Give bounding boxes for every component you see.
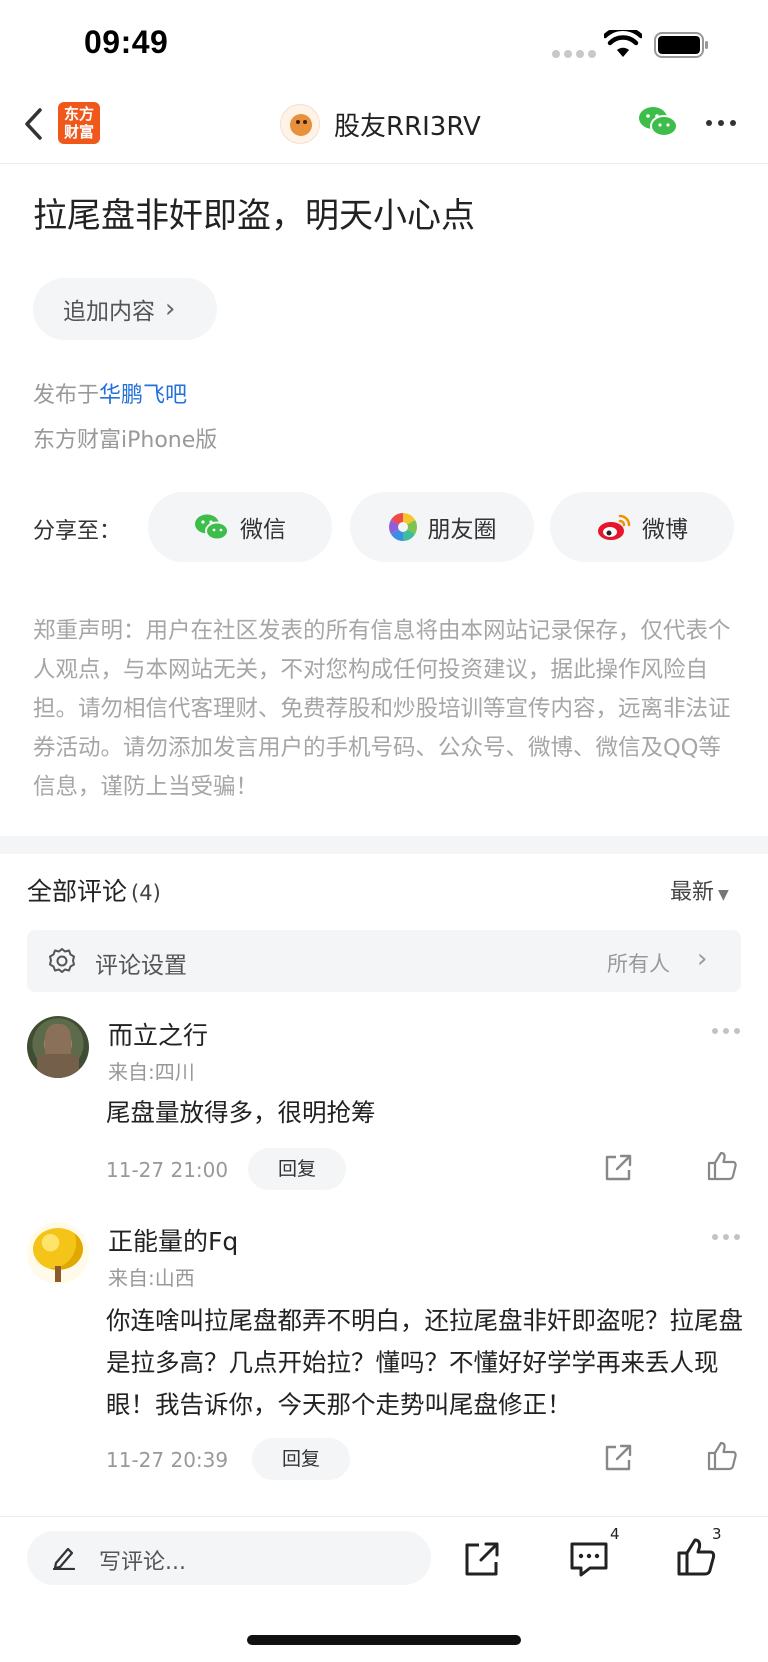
reply-button[interactable]: 回复 bbox=[252, 1438, 350, 1480]
more-options-icon[interactable] bbox=[712, 1234, 740, 1240]
comments-header: 全部评论 (4) bbox=[27, 872, 161, 908]
chevron-right-icon: › bbox=[165, 294, 176, 324]
back-arrow-icon[interactable] bbox=[20, 104, 50, 144]
comment-icon[interactable] bbox=[568, 1539, 610, 1579]
disclaimer-text: 郑重声明：用户在社区发表的所有信息将由本网站记录保存，仅代表个人观点，与本网站无… bbox=[33, 618, 731, 800]
bar-link[interactable]: 华鹏飞吧 bbox=[99, 383, 187, 408]
comment-settings-row[interactable]: 评论设置 所有人 › bbox=[27, 930, 741, 992]
reply-button[interactable]: 回复 bbox=[248, 1148, 346, 1190]
thumbs-up-icon[interactable] bbox=[676, 1537, 716, 1577]
share-icon[interactable] bbox=[602, 1152, 634, 1184]
sort-label: 最新 bbox=[670, 880, 715, 905]
section-divider bbox=[0, 836, 768, 854]
write-comment-placeholder: 写评论... bbox=[99, 1550, 186, 1575]
wechat-icon bbox=[195, 514, 229, 541]
status-bar: 09:49 bbox=[0, 0, 768, 90]
comments-count: (4) bbox=[131, 881, 161, 905]
comment-time: 11-27 21:00 bbox=[106, 1158, 229, 1182]
app-logo-text: 东方财富 bbox=[63, 105, 94, 141]
comment-time: 11-27 20:39 bbox=[106, 1448, 229, 1472]
home-indicator bbox=[247, 1635, 521, 1645]
status-time: 09:49 bbox=[84, 24, 169, 60]
nav-user[interactable]: 股友RRI3RV bbox=[280, 102, 481, 146]
app-logo[interactable]: 东方财富 bbox=[58, 102, 100, 144]
write-comment-input[interactable]: 写评论... bbox=[27, 1531, 431, 1585]
append-content-button[interactable]: 追加内容 › bbox=[33, 278, 217, 340]
comment-count-badge: 4 bbox=[610, 1525, 620, 1543]
wechat-icon[interactable] bbox=[638, 104, 678, 140]
top-nav-bar: 东方财富 股友RRI3RV bbox=[0, 90, 768, 164]
pencil-icon bbox=[52, 1547, 76, 1570]
more-options-icon[interactable] bbox=[712, 1028, 740, 1034]
like-count-badge: 3 bbox=[712, 1525, 722, 1543]
share-weibo-button[interactable]: 微博 bbox=[550, 492, 734, 562]
commenter-location: 来自:山西 bbox=[108, 1266, 195, 1290]
wifi-icon bbox=[604, 30, 642, 57]
comment-body: 尾盘量放得多，很明抢筹 bbox=[106, 1098, 376, 1127]
weibo-icon bbox=[598, 514, 631, 540]
gear-icon bbox=[49, 948, 75, 973]
battery-icon bbox=[654, 32, 708, 58]
comment-settings-label: 评论设置 bbox=[95, 953, 187, 979]
share-moments-label: 朋友圈 bbox=[427, 517, 497, 543]
comment-settings-value: 所有人 bbox=[607, 952, 670, 976]
nav-title[interactable]: 股友RRI3RV bbox=[334, 106, 481, 143]
share-icon[interactable] bbox=[462, 1539, 502, 1579]
thumbs-up-icon[interactable] bbox=[706, 1150, 738, 1182]
thumbs-up-icon[interactable] bbox=[706, 1440, 738, 1472]
more-options-icon[interactable] bbox=[706, 120, 736, 126]
share-wechat-button[interactable]: 微信 bbox=[148, 492, 332, 562]
share-icon[interactable] bbox=[602, 1442, 634, 1474]
published-in: 发布于华鹏飞吧 bbox=[33, 377, 187, 409]
bottom-action-bar: 写评论... 4 3 bbox=[0, 1516, 768, 1662]
sort-dropdown[interactable]: 最新 ▼ bbox=[670, 874, 729, 906]
commenter-avatar[interactable] bbox=[27, 1016, 89, 1078]
commenter-location: 来自:四川 bbox=[108, 1060, 195, 1084]
cellular-signal-icon bbox=[552, 50, 596, 58]
commenter-name[interactable]: 正能量的Fq bbox=[108, 1222, 238, 1258]
post-title: 拉尾盘非奸即盗，明天小心点 bbox=[33, 196, 475, 236]
commenter-avatar[interactable] bbox=[27, 1222, 89, 1284]
share-weibo-label: 微博 bbox=[642, 517, 688, 543]
user-avatar[interactable] bbox=[280, 104, 320, 144]
share-wechat-label: 微信 bbox=[240, 517, 286, 543]
post-device: 东方财富iPhone版 bbox=[33, 428, 218, 453]
append-content-label: 追加内容 bbox=[63, 299, 155, 325]
published-prefix: 发布于 bbox=[33, 383, 100, 408]
moments-icon bbox=[388, 513, 417, 541]
comment-body: 你连啥叫拉尾盘都弄不明白，还拉尾盘非奸即盗呢？拉尾盘是拉多高？几点开始拉？懂吗？… bbox=[106, 1306, 743, 1419]
share-moments-button[interactable]: 朋友圈 bbox=[350, 492, 534, 562]
commenter-name[interactable]: 而立之行 bbox=[108, 1016, 208, 1052]
chevron-right-icon: › bbox=[697, 944, 708, 974]
caret-down-icon: ▼ bbox=[718, 887, 729, 903]
share-label: 分享至： bbox=[33, 519, 122, 544]
comments-title: 全部评论 bbox=[27, 877, 128, 906]
